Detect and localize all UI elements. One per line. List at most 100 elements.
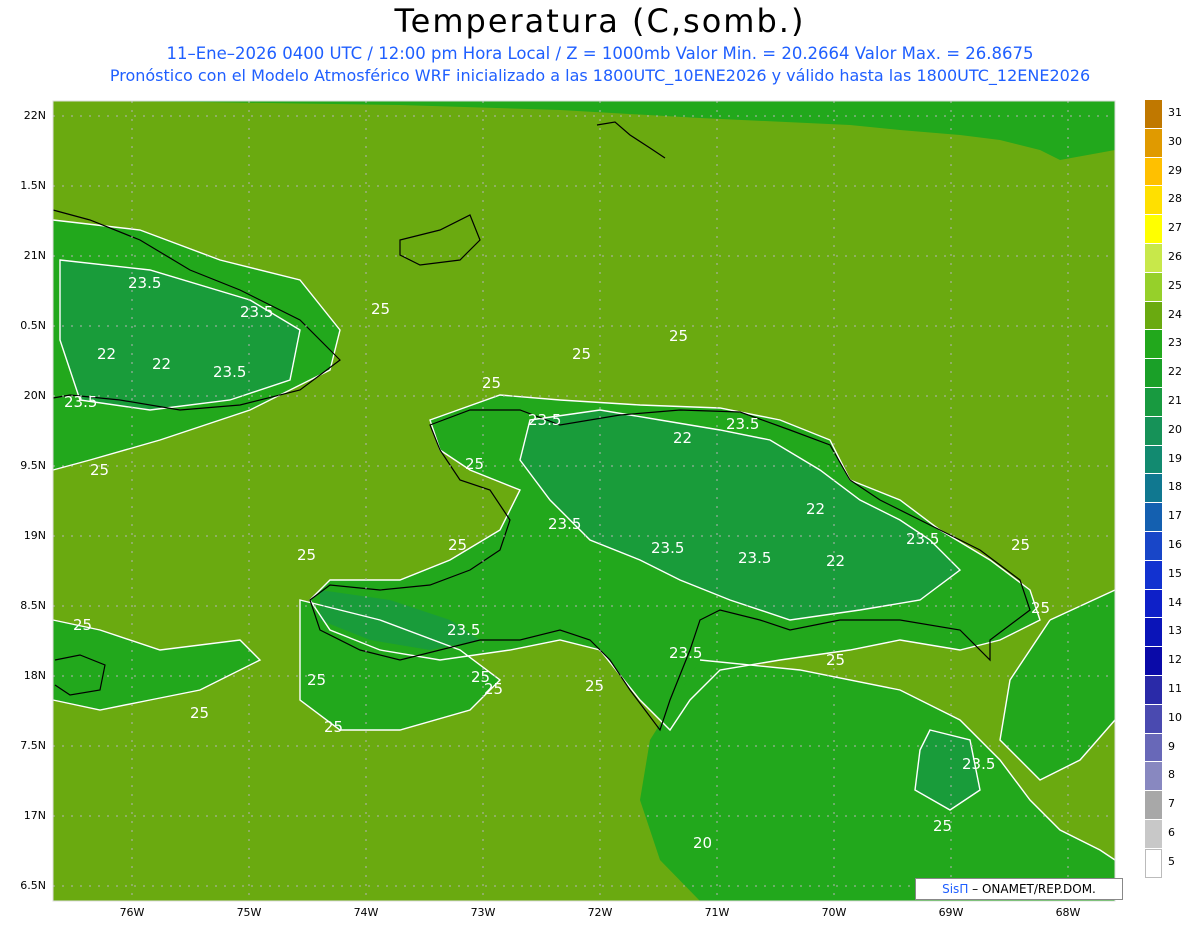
lon-label: 76W [119,906,145,919]
legend-swatch [1145,128,1162,158]
lat-label: 20N [23,389,46,402]
legend-swatch [1145,531,1162,561]
legend-label: 27 [1168,221,1182,235]
legend-swatch [1145,416,1162,446]
lon-label: 68W [1055,906,1081,919]
legend-label: 18 [1168,480,1182,494]
contour-label: 22 [806,500,826,518]
legend-label: 21 [1168,394,1182,407]
legend-swatch [1145,647,1162,676]
temperature-map [52,100,1116,902]
contour-label: 23.5 [669,644,703,662]
legend-label: 30 [1168,134,1182,148]
lat-label: 9.5N [20,459,46,472]
legend-label: 15 [1168,566,1182,580]
legend-label: 9 [1168,739,1175,753]
legend-swatch [1145,272,1162,302]
contour-label: 22 [97,345,117,363]
contour-label: 20 [693,834,713,852]
legend-label: 20 [1168,422,1182,436]
contour-label: 25 [669,327,689,345]
lat-label: 18N [23,669,46,682]
lon-label: 69W [938,906,964,919]
contour-label: 23.5 [447,621,481,639]
legend-swatch [1145,733,1162,763]
legend-label: 28 [1168,192,1182,206]
legend-swatch [1145,243,1162,273]
legend-swatch [1145,445,1162,475]
credit-box: SisΠ – ONAMET/REP.DOM. [915,878,1123,900]
lon-label: 70W [821,906,847,919]
lon-label: 74W [353,906,379,919]
contour-label: 25 [324,718,344,736]
legend-label: 6 [1168,826,1175,839]
contour-label: 25 [73,616,93,634]
lat-label: 6.5N [20,879,46,892]
contour-label: 25 [585,677,605,695]
contour-label: 23.5 [240,303,274,321]
legend-swatch [1145,503,1162,532]
legend-swatch [1145,387,1162,417]
color-scale-bar [1145,100,1162,878]
legend-swatch [1145,186,1162,216]
lat-label: 1.5N [20,179,46,192]
legend-swatch [1145,301,1162,331]
legend-swatch [1145,100,1162,129]
contour-label: 22 [826,552,846,570]
legend-label: 22 [1168,365,1182,379]
lon-label: 73W [470,906,496,919]
lat-label: 22N [23,109,46,122]
contour-label: 23.5 [738,549,772,567]
lat-label: 0.5N [20,319,46,332]
contour-label: 23.5 [726,415,760,433]
legend-label: 19 [1168,451,1182,465]
lon-label: 72W [587,906,613,919]
contour-label: 25 [482,374,502,392]
legend-label: 23 [1168,336,1182,350]
contour-label: 25 [933,817,953,835]
contour-label: 22 [152,355,172,373]
legend-swatch [1145,762,1162,792]
legend-label: 29 [1168,163,1182,177]
legend-swatch [1145,157,1162,187]
legend-label: 5 [1168,854,1175,868]
contour-label: 25 [307,671,327,689]
contour-label: 23.5 [548,515,582,533]
contour-label: 25 [190,704,210,722]
legend-swatch [1145,215,1162,244]
legend-swatch [1145,675,1162,705]
legend-label: 16 [1168,538,1182,551]
contour-label: 23.5 [213,363,247,381]
legend-swatch [1145,474,1162,504]
credit-brand: SisΠ [942,882,969,896]
lat-label: 8.5N [20,599,46,612]
contour-label: 25 [465,455,485,473]
contour-label: 25 [371,300,391,318]
legend-label: 13 [1168,624,1182,638]
contour-label: 23.5 [906,530,940,548]
legend-label: 12 [1168,653,1182,667]
contour-label: 25 [826,651,846,669]
legend-label: 31 [1168,106,1182,119]
lat-label: 19N [23,529,46,542]
legend-label: 25 [1168,278,1182,292]
legend-label: 11 [1168,682,1182,695]
contour-label: 23.5 [651,539,685,557]
contour-label: 25 [448,536,468,554]
contour-label: 25 [1011,536,1031,554]
contour-label: 25 [484,680,504,698]
lat-label: 17N [23,809,46,822]
legend-swatch [1145,618,1162,648]
legend-swatch [1145,819,1162,849]
lat-label: 21N [23,249,46,262]
contour-label: 23.5 [962,755,996,773]
legend-swatch [1145,560,1162,590]
lon-label: 75W [236,906,262,919]
legend-swatch [1145,359,1162,388]
lon-label: 71W [704,906,730,919]
legend-swatch [1145,589,1162,619]
legend-label: 14 [1168,595,1182,609]
contour-label: 22 [673,429,693,447]
legend-label: 8 [1168,768,1175,782]
contour-label: 25 [572,345,592,363]
